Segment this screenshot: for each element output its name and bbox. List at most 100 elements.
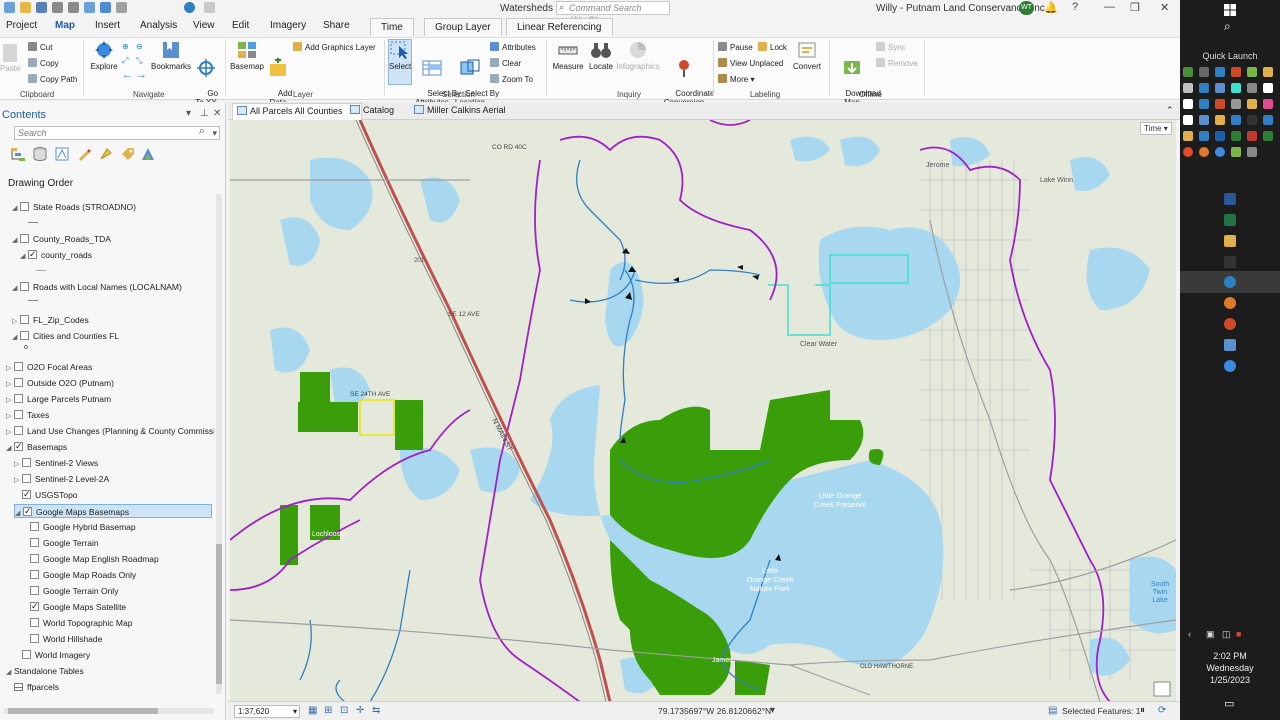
quick-launch-app-icon[interactable] — [1247, 147, 1257, 157]
help-icon[interactable]: ? — [1072, 1, 1078, 13]
windows-start-icon[interactable] — [1224, 4, 1236, 16]
layer-visibility-checkbox[interactable] — [30, 618, 39, 627]
collapse-arrow-icon[interactable]: ◢ — [20, 250, 28, 264]
list-by-snapping-icon[interactable] — [98, 146, 114, 162]
layer-item[interactable]: ◢ County_Roads_TDA — [12, 232, 111, 246]
volume-icon[interactable]: ◫ — [1222, 629, 1231, 640]
acrobat-app-icon[interactable] — [1224, 256, 1236, 268]
quick-launch-app-icon[interactable] — [1215, 115, 1225, 125]
quick-launch-app-icon[interactable] — [1231, 83, 1241, 93]
layer-visibility-checkbox[interactable] — [20, 202, 29, 211]
copy-button[interactable]: Copy — [28, 58, 59, 69]
layer-visibility-checkbox[interactable] — [30, 554, 39, 563]
refresh-icon[interactable]: ⟳ — [1158, 705, 1169, 716]
layer-group-google-maps-basemaps[interactable]: ◢ Google Maps Basemaps — [14, 504, 212, 518]
quick-launch-app-icon[interactable] — [1247, 67, 1257, 77]
layer-item[interactable]: ▷ Large Parcels Putnam — [6, 392, 111, 406]
explore-button[interactable]: Explore — [88, 40, 120, 71]
expand-arrow-icon[interactable]: ▷ — [14, 474, 22, 488]
tab-map[interactable]: Map — [55, 20, 75, 31]
word-app-icon[interactable] — [1224, 193, 1236, 205]
quick-launch-app-icon[interactable] — [1215, 67, 1225, 77]
list-by-selection-icon[interactable] — [54, 146, 70, 162]
tab-edit[interactable]: Edit — [232, 20, 249, 31]
layer-item[interactable]: ▷ Sentinel-2 Level-2A — [14, 472, 109, 486]
pin-pane-icon[interactable]: ⊥ — [200, 108, 209, 119]
expand-arrow-icon[interactable]: ▷ — [6, 410, 14, 424]
collapse-arrow-icon[interactable]: ◢ — [6, 442, 14, 456]
layer-item[interactable]: ▷ O2O Focal Areas — [6, 360, 92, 374]
quick-launch-app-icon[interactable] — [1183, 67, 1193, 77]
map-overview-button[interactable] — [1153, 681, 1171, 697]
back-arrow-icon[interactable]: ← — [122, 70, 133, 81]
expand-arrow-icon[interactable]: ▷ — [12, 315, 20, 329]
quick-launch-app-icon[interactable] — [1263, 67, 1273, 77]
arcgis-pro-app-icon[interactable] — [1224, 276, 1236, 288]
copy-path-button[interactable]: Copy Path — [28, 74, 77, 85]
close-window-icon[interactable]: ✕ — [1160, 1, 1169, 14]
navigate-icon[interactable]: ⇆ — [372, 705, 383, 716]
list-by-perspective-icon[interactable] — [140, 146, 156, 162]
time-slider-toggle[interactable]: Time ▾ — [1140, 122, 1172, 135]
firefox-app-icon[interactable] — [1224, 297, 1236, 309]
layer-item[interactable]: Google Hybrid Basemap — [30, 520, 136, 534]
quick-launch-app-icon[interactable] — [1199, 147, 1209, 157]
collapse-arrow-icon[interactable]: ◢ — [12, 282, 20, 296]
tab-linear-referencing[interactable]: Linear Referencing — [506, 18, 613, 36]
tab-group-layer[interactable]: Group Layer — [424, 18, 502, 36]
layer-item[interactable]: World Topographic Map — [30, 616, 132, 630]
basemap-button[interactable]: Basemap — [230, 40, 264, 71]
tab-miller-calkins-aerial[interactable]: Miller Calkins Aerial — [414, 105, 506, 115]
collapse-arrow-icon[interactable]: ◢ — [12, 331, 20, 345]
save-icon[interactable] — [36, 2, 47, 13]
list-by-drawing-order-icon[interactable] — [10, 146, 26, 162]
quick-launch-app-icon[interactable] — [1183, 83, 1193, 93]
quick-launch-app-icon[interactable] — [1215, 147, 1225, 157]
layer-visibility-checkbox[interactable] — [30, 538, 39, 547]
layer-visibility-checkbox[interactable] — [22, 458, 31, 467]
tab-all-parcels[interactable]: All Parcels All Counties ✕ — [232, 103, 362, 120]
layer-item[interactable]: Google Maps Satellite — [30, 599, 126, 614]
list-by-labeling-icon[interactable] — [120, 146, 136, 162]
layer-visibility-checkbox[interactable] — [23, 504, 32, 518]
layer-visibility-checkbox[interactable] — [14, 394, 23, 403]
tab-time[interactable]: Time — [370, 18, 414, 36]
tab-view[interactable]: View — [193, 20, 215, 31]
remote-desktop-icon[interactable] — [1224, 339, 1236, 351]
quick-access-more-icon[interactable] — [204, 2, 215, 13]
layer-item[interactable]: ◢ Cities and Counties FL — [12, 329, 119, 343]
close-pane-icon[interactable]: ✕ — [213, 108, 221, 119]
new-project-icon[interactable] — [4, 2, 15, 13]
layer-visibility-checkbox[interactable] — [30, 634, 39, 643]
forward-arrow-icon[interactable]: → — [136, 70, 147, 81]
convert-labels-button[interactable]: Convert — [790, 40, 824, 71]
locate-button[interactable]: Locate — [586, 40, 616, 71]
select-tool-icon[interactable] — [100, 2, 111, 13]
expand-arrow-icon[interactable]: ▷ — [6, 426, 14, 440]
layer-item[interactable]: ▷ Sentinel-2 Views — [14, 456, 98, 470]
layer-item[interactable]: ▷ Taxes — [6, 408, 49, 422]
map-view[interactable]: Little Orange Creek Preserve Little Orange… — [230, 120, 1176, 702]
fixed-zoom-icon[interactable]: ⤡ — [136, 56, 142, 66]
layer-visibility-checkbox[interactable] — [30, 599, 39, 613]
security-tray-icon[interactable]: ■ — [1236, 629, 1241, 639]
layer-item[interactable]: USGSTopo — [14, 487, 78, 502]
quick-launch-app-icon[interactable] — [1247, 99, 1257, 109]
quick-launch-app-icon[interactable] — [1231, 131, 1241, 141]
layer-item[interactable]: ◢ Roads with Local Names (LOCALNAM) — [12, 280, 182, 294]
layer-item[interactable]: ▷ Land Use Changes (Planning & County Com… — [6, 424, 214, 438]
quick-launch-app-icon[interactable] — [1199, 115, 1209, 125]
select-button[interactable]: Select — [388, 39, 412, 85]
customize-icon[interactable] — [116, 2, 127, 13]
quick-launch-app-icon[interactable] — [1231, 147, 1241, 157]
quick-launch-app-icon[interactable] — [1183, 147, 1193, 157]
map-canvas[interactable]: Little Orange Creek Preserve Little Orange… — [230, 120, 1176, 702]
tab-imagery[interactable]: Imagery — [270, 20, 306, 31]
layer-item[interactable]: Google Terrain Only — [30, 584, 118, 598]
layer-visibility-checkbox[interactable] — [14, 362, 23, 371]
tab-catalog[interactable]: Catalog — [350, 105, 394, 115]
layer-item[interactable]: Google Map English Roadmap — [30, 552, 159, 566]
coordinate-format-chevron-icon[interactable]: ▾ — [770, 705, 781, 716]
infographics-button[interactable]: Infographics — [616, 40, 660, 71]
network-icon[interactable]: ▣ — [1206, 629, 1215, 640]
